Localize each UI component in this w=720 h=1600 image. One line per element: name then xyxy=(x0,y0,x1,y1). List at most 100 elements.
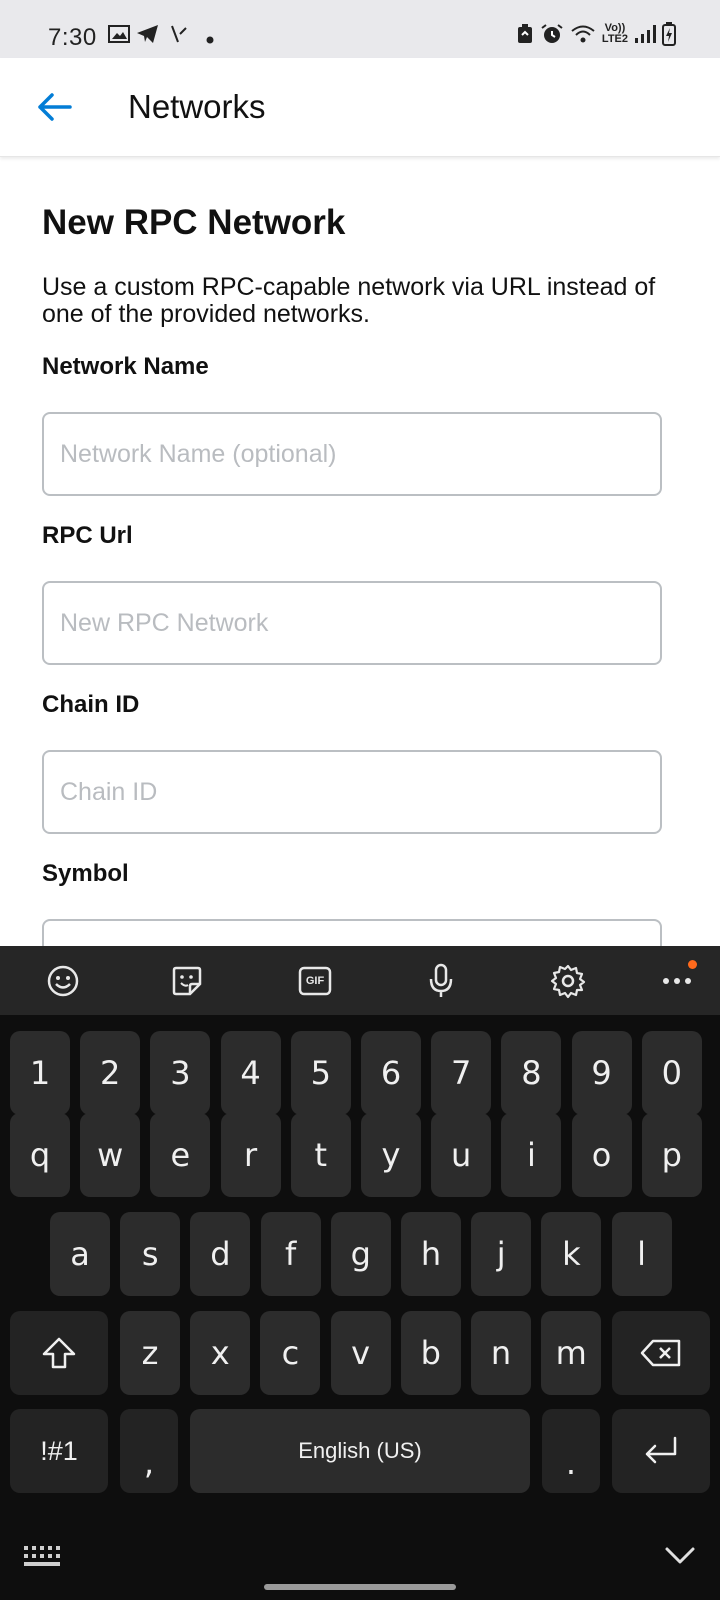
notification-dot-icon xyxy=(206,36,214,44)
chain-id-field[interactable] xyxy=(42,750,662,834)
key-7[interactable]: 7 xyxy=(431,1031,492,1115)
key-label: 1 xyxy=(29,1054,51,1092)
key-label: b xyxy=(420,1334,441,1372)
key-0[interactable]: 0 xyxy=(641,1031,702,1115)
key-4[interactable]: 4 xyxy=(220,1031,281,1115)
chevron-down-icon[interactable] xyxy=(664,1546,696,1566)
gesture-nav-bar[interactable] xyxy=(264,1584,456,1590)
key-b[interactable]: b xyxy=(400,1311,461,1395)
symbols-key[interactable]: !#1 xyxy=(10,1409,108,1493)
key-label: 2 xyxy=(100,1054,121,1092)
network-name-field[interactable] xyxy=(42,412,662,496)
key-label: w xyxy=(97,1136,124,1174)
key-l[interactable]: l xyxy=(611,1212,672,1296)
key-p[interactable]: p xyxy=(641,1113,702,1197)
key-3[interactable]: 3 xyxy=(150,1031,211,1115)
key-m[interactable]: m xyxy=(541,1311,602,1395)
key-2[interactable]: 2 xyxy=(80,1031,141,1115)
space-key-label: English (US) xyxy=(298,1438,422,1463)
alarm-icon xyxy=(541,24,563,43)
key-o[interactable]: o xyxy=(571,1113,632,1197)
comma-key[interactable]: , xyxy=(120,1409,178,1493)
key-x[interactable]: x xyxy=(190,1311,251,1395)
period-key[interactable]: . xyxy=(542,1409,600,1493)
network-name-input[interactable] xyxy=(44,414,660,494)
battery-saver-icon xyxy=(517,24,532,43)
enter-icon xyxy=(645,1436,677,1464)
network-type: Vo)) LTE2 xyxy=(602,23,628,45)
key-8[interactable]: 8 xyxy=(501,1031,562,1115)
key-label: 4 xyxy=(240,1054,261,1092)
key-1[interactable]: 1 xyxy=(10,1031,70,1115)
key-label: o xyxy=(591,1136,612,1174)
arrow-left-icon[interactable] xyxy=(34,90,74,124)
keyboard-toolbar: GIF xyxy=(0,946,720,1015)
key-label: 5 xyxy=(310,1054,331,1092)
telegram-icon xyxy=(137,25,158,43)
key-label: a xyxy=(70,1235,90,1273)
shift-icon xyxy=(42,1337,76,1369)
key-label: v xyxy=(351,1334,371,1372)
key-label: d xyxy=(210,1235,231,1273)
app-bar: Networks xyxy=(0,58,720,157)
key-j[interactable]: j xyxy=(471,1212,532,1296)
vpn-icon xyxy=(171,25,187,43)
sticker-icon[interactable] xyxy=(164,958,210,1004)
key-label: f xyxy=(284,1235,297,1273)
microphone-icon[interactable] xyxy=(418,958,464,1004)
space-key[interactable]: English (US) xyxy=(190,1409,530,1493)
shift-key[interactable] xyxy=(10,1311,108,1395)
lte-label: LTE2 xyxy=(601,33,628,45)
key-y[interactable]: y xyxy=(361,1113,421,1197)
section-title: New RPC Network xyxy=(42,203,346,242)
key-s[interactable]: s xyxy=(120,1212,181,1296)
key-label: x xyxy=(210,1334,230,1372)
key-u[interactable]: u xyxy=(431,1113,492,1197)
key-t[interactable]: t xyxy=(290,1113,351,1197)
key-z[interactable]: z xyxy=(120,1311,180,1395)
key-f[interactable]: f xyxy=(260,1212,321,1296)
backspace-key[interactable] xyxy=(612,1311,710,1395)
chain-id-label: Chain ID xyxy=(42,691,140,718)
on-screen-keyboard: GIF 1 2 3 4 5 6 7 8 9 0 q w e r t y u i o p a s d f g h j k l z x c v b n m… xyxy=(0,946,720,1600)
enter-key[interactable] xyxy=(612,1409,710,1493)
backspace-icon xyxy=(640,1339,681,1367)
rpc-url-field[interactable] xyxy=(42,581,662,665)
page-title: Networks xyxy=(128,88,266,125)
key-c[interactable]: c xyxy=(260,1311,321,1395)
key-a[interactable]: a xyxy=(50,1212,110,1296)
keyboard-switch-icon[interactable] xyxy=(24,1546,60,1570)
key-label: l xyxy=(637,1235,647,1273)
settings-icon[interactable] xyxy=(545,958,591,1004)
key-d[interactable]: d xyxy=(190,1212,251,1296)
key-r[interactable]: r xyxy=(220,1113,281,1197)
key-label: g xyxy=(350,1235,371,1273)
key-label: n xyxy=(490,1334,512,1372)
key-e[interactable]: e xyxy=(150,1113,211,1197)
battery-charging-icon xyxy=(662,22,676,46)
key-label: k xyxy=(562,1235,581,1273)
chain-id-input[interactable] xyxy=(44,752,660,832)
key-n[interactable]: n xyxy=(471,1311,531,1395)
gif-icon[interactable]: GIF xyxy=(292,958,338,1004)
key-label: j xyxy=(496,1235,506,1273)
key-v[interactable]: v xyxy=(330,1311,391,1395)
key-k[interactable]: k xyxy=(541,1212,602,1296)
network-name-label: Network Name xyxy=(42,353,209,380)
key-q[interactable]: q xyxy=(10,1113,70,1197)
key-label: t xyxy=(314,1136,328,1174)
rpc-url-input[interactable] xyxy=(44,583,660,663)
status-icons: Vo)) LTE2 xyxy=(516,22,676,46)
key-6[interactable]: 6 xyxy=(361,1031,421,1115)
gallery-icon xyxy=(108,25,130,43)
key-h[interactable]: h xyxy=(401,1212,461,1296)
key-5[interactable]: 5 xyxy=(290,1031,351,1115)
key-label: q xyxy=(29,1136,51,1174)
key-label: e xyxy=(170,1136,191,1174)
emoji-icon[interactable] xyxy=(40,958,86,1004)
key-i[interactable]: i xyxy=(501,1113,562,1197)
key-label: 8 xyxy=(521,1054,542,1092)
key-9[interactable]: 9 xyxy=(571,1031,632,1115)
key-w[interactable]: w xyxy=(80,1113,141,1197)
key-g[interactable]: g xyxy=(330,1212,391,1296)
